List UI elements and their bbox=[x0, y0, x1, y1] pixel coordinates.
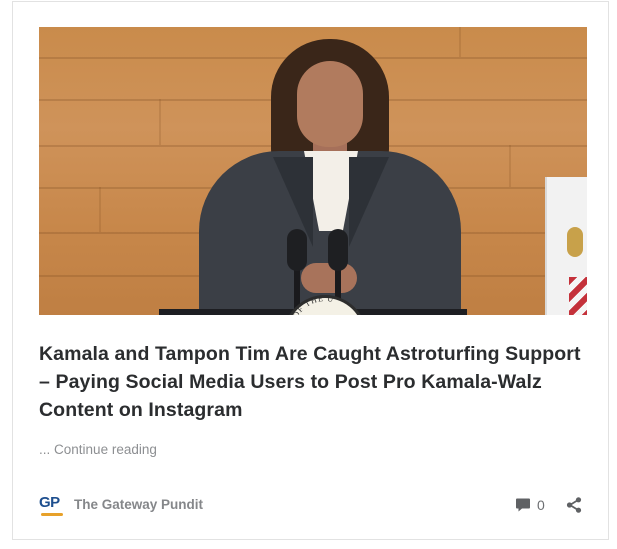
comment-count: 0 bbox=[537, 497, 545, 513]
microphone-right bbox=[328, 229, 348, 271]
excerpt-ellipsis: ... bbox=[39, 442, 51, 457]
flag-stripes bbox=[569, 277, 587, 315]
microphone-left bbox=[287, 229, 307, 271]
wood-seam bbox=[159, 99, 161, 145]
gateway-pundit-logo[interactable]: GP bbox=[39, 494, 63, 516]
flag bbox=[545, 177, 587, 315]
speaker-hands bbox=[301, 263, 357, 293]
wood-seam bbox=[459, 27, 461, 57]
author-name[interactable]: The Gateway Pundit bbox=[74, 497, 203, 512]
wood-seam bbox=[99, 187, 101, 232]
comments-button[interactable]: 0 bbox=[515, 497, 545, 513]
continue-reading-link[interactable]: Continue reading bbox=[54, 442, 157, 457]
logo-swoosh bbox=[41, 513, 63, 516]
share-icon[interactable] bbox=[565, 496, 583, 514]
continue-reading: ... Continue reading bbox=[39, 442, 157, 457]
post-title[interactable]: Kamala and Tampon Tim Are Caught Astrotu… bbox=[39, 340, 587, 424]
svg-text:OF THE U: OF THE U bbox=[291, 298, 335, 315]
logo-text: GP bbox=[39, 494, 60, 511]
speaker-face bbox=[297, 61, 363, 147]
podium-seal: OF THE U bbox=[283, 294, 367, 315]
comment-icon bbox=[516, 498, 530, 512]
flag-emblem bbox=[567, 227, 583, 257]
seal-arc-text: OF THE U bbox=[291, 294, 335, 315]
post-footer: GP The Gateway Pundit 0 bbox=[39, 490, 587, 518]
post-card: OF THE U Kamala and Tampon Tim Are Caugh… bbox=[12, 1, 609, 540]
post-hero-image[interactable]: OF THE U bbox=[39, 27, 587, 315]
wood-seam bbox=[509, 145, 511, 187]
